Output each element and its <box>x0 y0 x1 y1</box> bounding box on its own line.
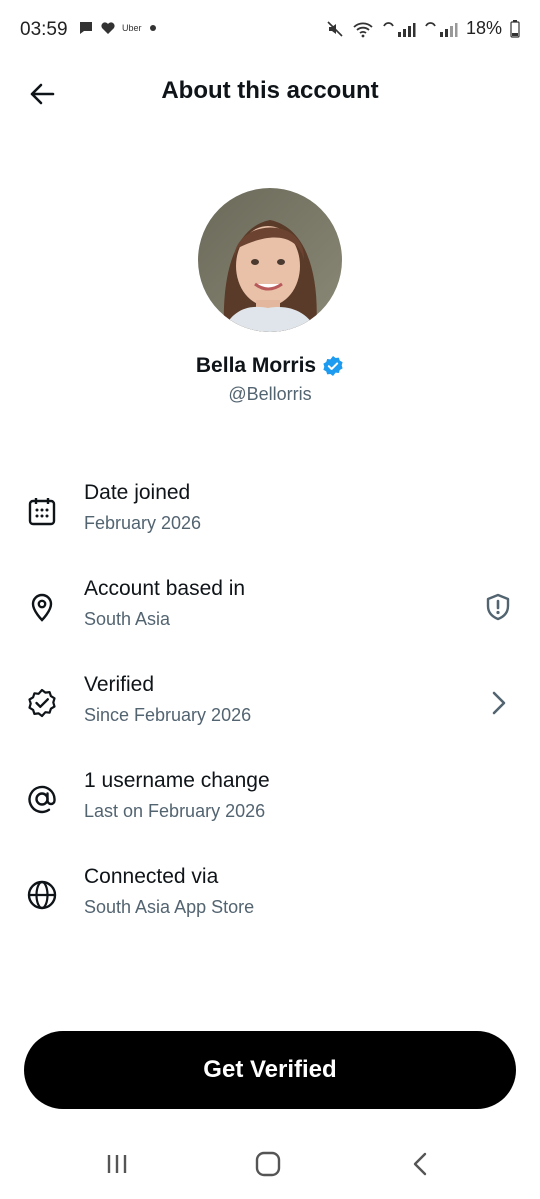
recent-apps-button[interactable] <box>87 1146 147 1182</box>
page-title: About this account <box>161 77 379 104</box>
message-icon <box>80 22 92 34</box>
home-icon <box>255 1151 281 1177</box>
system-navigation-bar <box>0 1128 540 1199</box>
info-row-account-based-in: Account based in South Asia <box>0 577 540 657</box>
notification-icons: Uber <box>78 20 158 36</box>
profile-name-row: Bella Morris <box>0 354 540 378</box>
chevron-right-icon <box>478 683 518 723</box>
shield-alert-icon[interactable] <box>478 587 518 627</box>
battery-percent: 18% <box>465 18 502 38</box>
verified-checkmark-icon <box>323 356 343 376</box>
signal-1-icon <box>383 21 416 37</box>
heart-icon <box>101 22 115 34</box>
info-subtitle: Last on February 2026 <box>84 801 266 821</box>
info-title: Account based in <box>84 577 246 600</box>
info-subtitle: South Asia App Store <box>84 897 255 917</box>
at-sign-icon <box>22 779 62 819</box>
uber-label: Uber <box>122 23 142 33</box>
dot-icon <box>149 25 156 31</box>
home-button[interactable] <box>238 1146 298 1182</box>
mute-icon <box>327 20 343 37</box>
globe-icon <box>22 875 62 915</box>
top-app-bar: About this account <box>0 60 540 124</box>
signal-2-icon <box>425 21 458 37</box>
profile-name: Bella Morris <box>195 354 317 377</box>
info-row-date-joined: Date joined February 2026 <box>0 481 540 561</box>
info-title: Connected via <box>84 865 219 888</box>
info-subtitle: February 2026 <box>84 513 202 533</box>
get-verified-button[interactable]: Get Verified <box>24 1031 516 1109</box>
wifi-icon <box>353 22 373 37</box>
battery-icon <box>510 19 520 38</box>
info-row-verified[interactable]: Verified Since February 2026 <box>0 673 540 753</box>
verified-badge-icon <box>22 683 62 723</box>
recent-apps-icon <box>107 1155 127 1173</box>
status-bar: 03:59 Uber 18% <box>0 0 540 60</box>
info-row-username-change: 1 username change Last on February 2026 <box>0 769 540 849</box>
info-title: Verified <box>84 673 155 696</box>
info-title: Date joined <box>84 481 191 504</box>
info-row-connected-via: Connected via South Asia App Store <box>0 865 540 945</box>
system-back-icon <box>413 1152 427 1176</box>
profile-handle: @Bellorris <box>228 384 312 404</box>
calendar-icon <box>22 491 62 531</box>
location-pin-icon <box>22 587 62 627</box>
info-title: 1 username change <box>84 769 270 792</box>
info-subtitle: Since February 2026 <box>84 705 252 725</box>
system-back-button[interactable] <box>390 1146 450 1182</box>
avatar[interactable] <box>198 188 342 332</box>
avatar-image <box>198 188 342 332</box>
status-right: 18% <box>326 18 520 39</box>
status-time: 03:59 <box>20 19 68 40</box>
info-subtitle: South Asia <box>84 609 171 629</box>
